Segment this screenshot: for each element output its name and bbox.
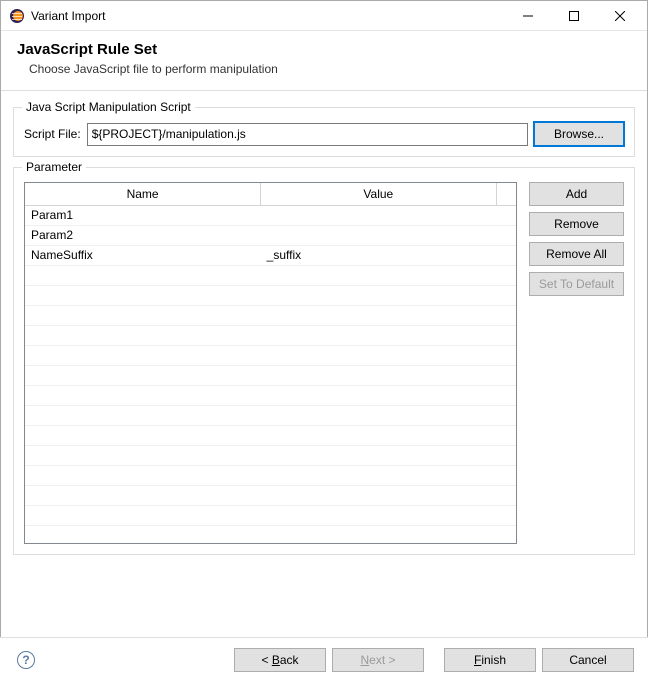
set-to-default-button: Set To Default xyxy=(529,272,624,296)
table-row-empty: . xyxy=(25,305,516,325)
table-row-empty: . xyxy=(25,345,516,365)
table-row-empty: . xyxy=(25,385,516,405)
window-title: Variant Import xyxy=(31,9,505,23)
parameter-table[interactable]: Name Value Param1 Param2 xyxy=(24,182,517,544)
cell-value[interactable]: _suffix xyxy=(261,245,496,265)
column-header-name[interactable]: Name xyxy=(25,183,261,205)
table-row-empty: . xyxy=(25,445,516,465)
cell-value[interactable] xyxy=(261,205,496,225)
back-button[interactable]: < Back xyxy=(234,648,326,672)
table-row-empty: . xyxy=(25,485,516,505)
browse-button[interactable]: Browse... xyxy=(534,122,624,146)
table-row-empty: . xyxy=(25,405,516,425)
add-button[interactable]: Add xyxy=(529,182,624,206)
table-row-empty: . xyxy=(25,265,516,285)
close-button[interactable] xyxy=(597,2,643,30)
table-row-empty: . xyxy=(25,465,516,485)
wizard-footer: ? < Back Next > Finish Cancel xyxy=(0,637,648,686)
cell-name[interactable]: Param2 xyxy=(25,225,261,245)
cell-name[interactable]: NameSuffix xyxy=(25,245,261,265)
table-row[interactable]: Param1 xyxy=(25,205,516,225)
script-file-label: Script File: xyxy=(24,127,81,141)
eclipse-icon xyxy=(9,8,25,24)
page-subtitle: Choose JavaScript file to perform manipu… xyxy=(17,62,631,76)
parameter-buttons: Add Remove Remove All Set To Default xyxy=(529,182,624,544)
script-group: Java Script Manipulation Script Script F… xyxy=(13,107,635,157)
table-row[interactable]: Param2 xyxy=(25,225,516,245)
table-row-empty: . xyxy=(25,505,516,525)
cancel-button[interactable]: Cancel xyxy=(542,648,634,672)
help-icon: ? xyxy=(17,651,35,669)
content-area: Java Script Manipulation Script Script F… xyxy=(1,91,647,569)
window-controls xyxy=(505,2,643,30)
cell-value[interactable] xyxy=(261,225,496,245)
script-file-input[interactable] xyxy=(87,123,528,146)
table-row[interactable]: NameSuffix _suffix xyxy=(25,245,516,265)
table-row-empty: . xyxy=(25,325,516,345)
table-row-empty: . xyxy=(25,285,516,305)
next-button: Next > xyxy=(332,648,424,672)
parameter-group: Parameter Name Value xyxy=(13,167,635,555)
titlebar: Variant Import xyxy=(1,1,647,31)
script-group-legend: Java Script Manipulation Script xyxy=(22,100,195,114)
minimize-button[interactable] xyxy=(505,2,551,30)
remove-all-button[interactable]: Remove All xyxy=(529,242,624,266)
column-header-value[interactable]: Value xyxy=(261,183,496,205)
table-row-empty: . xyxy=(25,365,516,385)
cell-name[interactable]: Param1 xyxy=(25,205,261,225)
finish-button[interactable]: Finish xyxy=(444,648,536,672)
remove-button[interactable]: Remove xyxy=(529,212,624,236)
table-row-empty: . xyxy=(25,425,516,445)
wizard-banner: JavaScript Rule Set Choose JavaScript fi… xyxy=(1,31,647,90)
column-header-spacer xyxy=(496,183,516,205)
help-button[interactable]: ? xyxy=(14,648,38,672)
maximize-button[interactable] xyxy=(551,2,597,30)
page-title: JavaScript Rule Set xyxy=(17,41,631,58)
parameter-group-legend: Parameter xyxy=(22,160,86,174)
